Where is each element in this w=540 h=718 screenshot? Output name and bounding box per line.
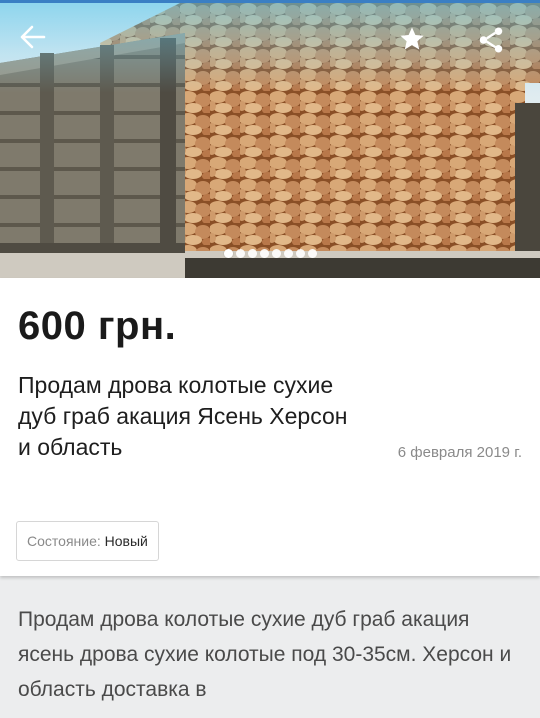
listing-date: 6 февраля 2019 г. xyxy=(397,444,522,461)
arrow-left-icon xyxy=(20,25,46,49)
star-icon xyxy=(400,27,424,50)
gallery-dot[interactable] xyxy=(295,249,305,258)
gallery-dot[interactable] xyxy=(259,249,269,258)
listing-description: Продам дрова колотые сухие дуб граб акац… xyxy=(18,608,512,701)
gallery-dot[interactable] xyxy=(223,249,233,258)
listing-card: 600 грн. Продам дрова колотые сухие дуб … xyxy=(0,278,540,576)
gallery-dot[interactable] xyxy=(247,249,257,258)
listing-price: 600 грн. xyxy=(18,304,177,348)
gallery-dot[interactable] xyxy=(283,249,293,258)
back-button[interactable] xyxy=(20,25,64,69)
condition-badge: Состояние: Новый xyxy=(16,521,159,561)
photo-top-shade xyxy=(0,3,540,93)
condition-value: Новый xyxy=(104,533,148,549)
gallery-dot[interactable] xyxy=(271,249,281,258)
gallery-indicator[interactable] xyxy=(0,249,540,263)
share-button[interactable] xyxy=(476,25,520,69)
listing-photo[interactable] xyxy=(0,3,540,278)
favorite-button[interactable] xyxy=(398,25,442,69)
condition-label: Состояние: xyxy=(27,533,101,549)
listing-title: Продам дрова колотые сухие дуб граб акац… xyxy=(18,372,348,460)
share-icon xyxy=(479,27,503,53)
gallery-dot[interactable] xyxy=(235,249,245,258)
gallery-dot[interactable] xyxy=(307,249,317,258)
